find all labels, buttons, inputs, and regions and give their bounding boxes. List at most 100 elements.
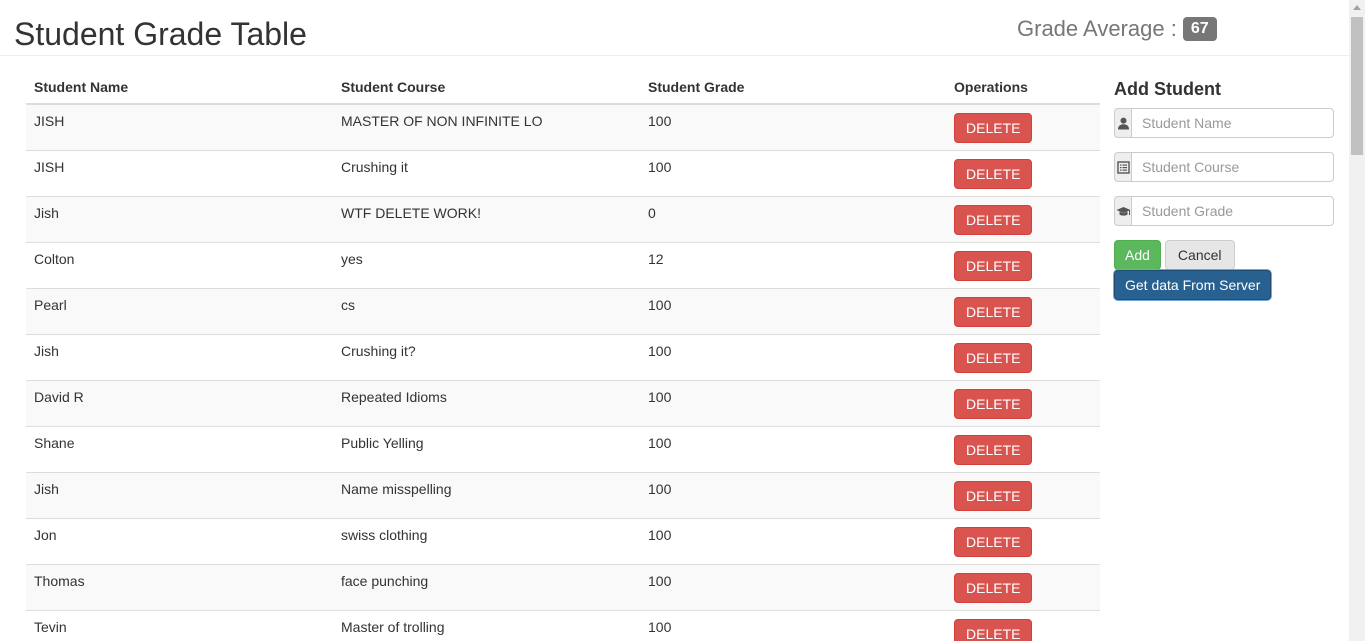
table-row: Pearl cs 100 DELETE	[26, 288, 1100, 335]
operations-cell: DELETE	[946, 334, 1100, 381]
student-course-cell: Crushing it?	[333, 334, 640, 381]
student-grade-cell: 0	[640, 196, 946, 243]
student-grade-cell: 100	[640, 426, 946, 473]
student-name-cell: Jish	[26, 196, 333, 243]
table-row: Thomas face punching 100 DELETE	[26, 564, 1100, 611]
operations-cell: DELETE	[946, 518, 1100, 565]
table-row: Jish Name misspelling 100 DELETE	[26, 472, 1100, 519]
student-course-cell: Repeated Idioms	[333, 380, 640, 427]
delete-button[interactable]: DELETE	[954, 389, 1033, 419]
delete-button[interactable]: DELETE	[954, 527, 1033, 557]
table-row: Jish Crushing it? 100 DELETE	[26, 334, 1100, 381]
column-header-grade: Student Grade	[640, 70, 946, 105]
delete-button[interactable]: DELETE	[954, 343, 1033, 373]
delete-button[interactable]: DELETE	[954, 619, 1033, 641]
student-table-container: Student Name Student Course Student Grad…	[26, 70, 1100, 641]
table-body: JISH MASTER OF NON INFINITE LO 100 DELETE JI…	[26, 103, 1100, 641]
student-course-input[interactable]	[1131, 152, 1334, 182]
student-grade-cell: 100	[640, 610, 946, 641]
table-row: Tevin Master of trolling 100 DELETE	[26, 610, 1100, 641]
delete-button[interactable]: DELETE	[954, 297, 1033, 327]
student-course-cell: MASTER OF NON INFINITE LO	[333, 103, 640, 151]
cancel-button[interactable]: Cancel	[1164, 240, 1235, 270]
page-title: Student Grade Table	[14, 16, 307, 52]
student-grade-group	[1114, 196, 1334, 226]
table-row: Colton yes 12 DELETE	[26, 242, 1100, 289]
form-buttons: Add Cancel	[1114, 240, 1335, 270]
student-table: Student Name Student Course Student Grad…	[26, 70, 1100, 641]
delete-button[interactable]: DELETE	[954, 251, 1033, 281]
student-course-cell: face punching	[333, 564, 640, 611]
student-grade-cell: 12	[640, 242, 946, 289]
operations-cell: DELETE	[946, 426, 1100, 473]
operations-cell: DELETE	[946, 150, 1100, 197]
student-course-cell: WTF DELETE WORK!	[333, 196, 640, 243]
student-name-cell: Colton	[26, 242, 333, 289]
student-course-cell: Public Yelling	[333, 426, 640, 473]
student-course-group	[1114, 152, 1334, 182]
delete-button[interactable]: DELETE	[954, 159, 1033, 189]
table-row: Jish WTF DELETE WORK! 0 DELETE	[26, 196, 1100, 243]
student-course-cell: Master of trolling	[333, 610, 640, 641]
student-name-cell: Jish	[26, 472, 333, 519]
student-course-cell: yes	[333, 242, 640, 289]
student-course-cell: Crushing it	[333, 150, 640, 197]
scrollbar-thumb[interactable]	[1351, 17, 1363, 155]
vertical-scrollbar[interactable]	[1349, 0, 1365, 641]
student-grade-cell: 100	[640, 288, 946, 335]
student-name-cell: Jon	[26, 518, 333, 565]
student-grade-cell: 100	[640, 472, 946, 519]
add-student-title: Add Student	[1114, 79, 1221, 99]
student-grade-cell: 100	[640, 564, 946, 611]
student-name-cell: Thomas	[26, 564, 333, 611]
operations-cell: DELETE	[946, 472, 1100, 519]
get-data-from-server-button[interactable]: Get data From Server	[1114, 270, 1272, 300]
list-alt-icon	[1114, 152, 1131, 182]
student-name-cell: JISH	[26, 150, 333, 197]
student-name-input[interactable]	[1131, 108, 1334, 138]
column-header-name: Student Name	[26, 70, 333, 105]
student-course-cell: swiss clothing	[333, 518, 640, 565]
operations-cell: DELETE	[946, 564, 1100, 611]
delete-button[interactable]: DELETE	[954, 113, 1033, 143]
student-grade-cell: 100	[640, 334, 946, 381]
student-grade-cell: 100	[640, 150, 946, 197]
student-grade-cell: 100	[640, 103, 946, 151]
page-header: Student Grade Table Grade Average : 67	[0, 0, 1349, 56]
student-grade-cell: 100	[640, 518, 946, 565]
grade-average: Grade Average : 67	[1017, 15, 1217, 43]
student-name-cell: David R	[26, 380, 333, 427]
delete-button[interactable]: DELETE	[954, 481, 1033, 511]
operations-cell: DELETE	[946, 103, 1100, 151]
operations-cell: DELETE	[946, 380, 1100, 427]
student-name-cell: Tevin	[26, 610, 333, 641]
operations-cell: DELETE	[946, 288, 1100, 335]
student-name-cell: Shane	[26, 426, 333, 473]
student-grade-cell: 100	[640, 380, 946, 427]
operations-cell: DELETE	[946, 196, 1100, 243]
table-row: JISH MASTER OF NON INFINITE LO 100 DELETE	[26, 103, 1100, 151]
add-student-panel: Add Student Add Cancel Get data From Ser…	[1114, 78, 1335, 300]
table-row: Shane Public Yelling 100 DELETE	[26, 426, 1100, 473]
education-icon	[1114, 196, 1131, 226]
delete-button[interactable]: DELETE	[954, 435, 1033, 465]
student-name-cell: JISH	[26, 103, 333, 151]
student-course-cell: Name misspelling	[333, 472, 640, 519]
scroll-up-arrow-icon[interactable]	[1353, 5, 1361, 10]
user-icon	[1114, 108, 1131, 138]
column-header-course: Student Course	[333, 70, 640, 105]
student-name-cell: Jish	[26, 334, 333, 381]
student-grade-input[interactable]	[1131, 196, 1334, 226]
column-header-operations: Operations	[946, 70, 1100, 105]
delete-button[interactable]: DELETE	[954, 573, 1033, 603]
student-course-cell: cs	[333, 288, 640, 335]
student-name-group	[1114, 108, 1334, 138]
delete-button[interactable]: DELETE	[954, 205, 1033, 235]
student-name-cell: Pearl	[26, 288, 333, 335]
add-button[interactable]: Add	[1114, 240, 1161, 270]
table-row: David R Repeated Idioms 100 DELETE	[26, 380, 1100, 427]
table-header-row: Student Name Student Course Student Grad…	[26, 70, 1100, 105]
page: Student Grade Table Grade Average : 67 S…	[0, 0, 1365, 641]
table-row: Jon swiss clothing 100 DELETE	[26, 518, 1100, 565]
grade-average-label: Grade Average :	[1017, 16, 1177, 41]
